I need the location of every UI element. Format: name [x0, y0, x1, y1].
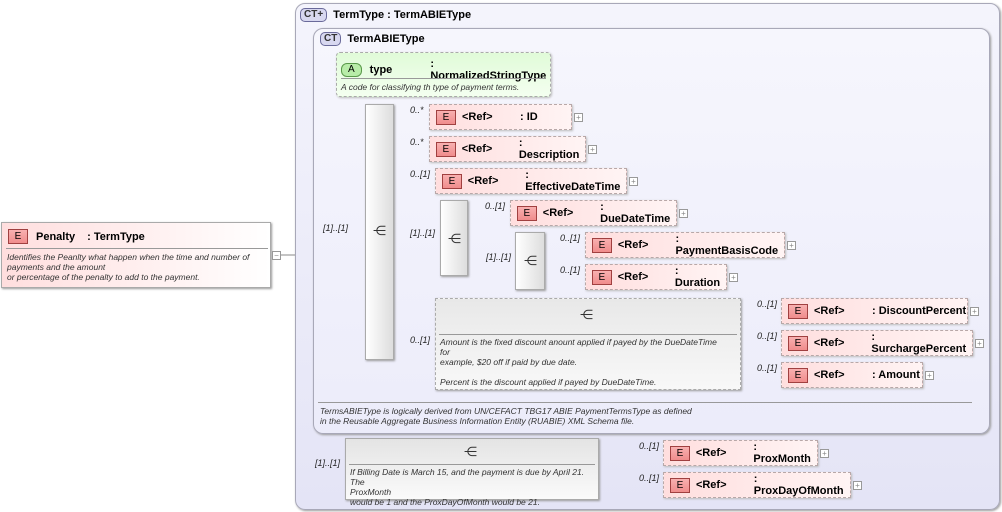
complex-type-title: TermABIEType — [347, 33, 425, 45]
sequence-doc: If Billing Date is March 15, and the pay… — [350, 467, 585, 507]
cardinality: 0..* — [410, 137, 424, 147]
element-ref-label: <Ref> — [813, 337, 845, 349]
element-ref[interactable]: E <Ref> : SurchargePercent — [781, 330, 973, 356]
element-name: Penalty — [36, 230, 76, 243]
element-ref-label: <Ref> — [814, 369, 845, 381]
element-ref[interactable]: E <Ref> : ProxDayOfMonth — [663, 472, 851, 498]
element-name: : ProxDayOfMonth — [753, 473, 844, 497]
complex-type-badge-icon: CT+ — [300, 8, 328, 22]
sequence-icon: ⋲ — [580, 307, 593, 322]
attribute-doc: A code for classifying th type of paymen… — [341, 82, 520, 92]
cardinality: 0..[1] — [757, 363, 778, 373]
expand-icon[interactable]: + — [820, 449, 829, 458]
sequence-2[interactable]: ⋲ — [440, 200, 468, 276]
element-badge-icon: E — [788, 335, 808, 351]
element-ref[interactable]: E <Ref> : Description — [429, 136, 586, 162]
element-ref[interactable]: E <Ref> : ID — [429, 104, 572, 130]
sequence-3[interactable]: ⋲ — [515, 232, 545, 290]
attribute-type[interactable]: A type : NormalizedStringType A code for… — [336, 52, 551, 97]
cardinality: 0..[1] — [410, 335, 431, 345]
element-badge-icon: E — [442, 173, 462, 189]
cardinality: [1]..[1] — [323, 223, 349, 233]
cardinality: [1]..[1] — [486, 252, 512, 262]
sequence-icon: ⋲ — [448, 231, 461, 246]
collapse-icon[interactable]: − — [272, 251, 281, 260]
expand-icon[interactable]: + — [853, 481, 862, 490]
element-name: : Description — [518, 137, 580, 161]
element-ref[interactable]: E <Ref> : DueDateTime — [510, 200, 677, 226]
element-badge-icon: E — [788, 303, 808, 319]
cardinality: [1]..[1] — [410, 228, 436, 238]
element-name: : Duration — [674, 265, 721, 289]
cardinality: 0..[1] — [410, 169, 431, 179]
expand-icon[interactable]: + — [574, 113, 583, 122]
element-ref-label: <Ref> — [695, 447, 727, 459]
element-name: : SurchargePercent — [871, 331, 967, 355]
cardinality: 0..[1] — [757, 299, 778, 309]
element-badge-icon: E — [517, 205, 537, 221]
expand-icon[interactable]: + — [787, 241, 796, 250]
element-ref[interactable]: E <Ref> : ProxMonth — [663, 440, 818, 466]
element-ref-label: <Ref> — [461, 143, 493, 155]
element-ref[interactable]: E <Ref> : EffectiveDateTime — [435, 168, 627, 194]
element-name: : DueDateTime — [600, 201, 671, 225]
sequence-icon: ⋲ — [524, 253, 537, 268]
element-type: : TermType — [87, 230, 145, 243]
element-ref-label: <Ref> — [814, 305, 845, 317]
complex-type-title: TermType : TermABIEType — [333, 9, 472, 21]
sequence-5[interactable]: ⋲ If Billing Date is March 15, and the p… — [345, 438, 599, 507]
attribute-badge-icon: A — [341, 63, 362, 77]
element-badge-icon: E — [670, 445, 690, 461]
cardinality: 0..[1] — [485, 201, 506, 211]
element-ref[interactable]: E <Ref> : PaymentBasisCode — [585, 232, 785, 258]
penalty-element[interactable]: E Penalty : TermType Identifies the Pean… — [1, 222, 271, 288]
element-badge-icon: E — [8, 229, 28, 244]
element-name: : EffectiveDateTime — [525, 169, 621, 193]
attribute-name: type — [369, 64, 393, 76]
expand-icon[interactable]: + — [629, 177, 638, 186]
sequence-1[interactable]: ⋲ — [365, 104, 394, 360]
element-name: : DiscountPercent — [872, 305, 967, 317]
element-ref-label: <Ref> — [462, 111, 493, 123]
element-ref-label: <Ref> — [617, 239, 649, 251]
sequence-doc: Amount is the fixed discount anount appl… — [440, 337, 717, 387]
element-badge-icon: E — [436, 141, 456, 157]
element-doc: Identifies the Peanlty what happen when … — [7, 252, 250, 282]
complex-type-badge-icon: CT — [320, 32, 342, 46]
expand-icon[interactable]: + — [970, 307, 979, 316]
cardinality: [1]..[1] — [315, 458, 341, 468]
complex-type-doc: TermsABIEType is logically derived from … — [320, 406, 692, 426]
element-name: : Amount — [872, 369, 920, 381]
expand-icon[interactable]: + — [975, 339, 984, 348]
cardinality: 0..[1] — [639, 441, 660, 451]
sequence-icon: ⋲ — [464, 444, 477, 459]
element-ref-label: <Ref> — [617, 271, 649, 283]
cardinality: 0..[1] — [757, 331, 778, 341]
sequence-4[interactable]: ⋲ Amount is the fixed discount anount ap… — [435, 298, 741, 390]
element-badge-icon: E — [670, 477, 690, 493]
element-ref-label: <Ref> — [542, 207, 574, 219]
element-badge-icon: E — [788, 367, 808, 383]
expand-icon[interactable]: + — [729, 273, 738, 282]
element-ref[interactable]: E <Ref> : Amount — [781, 362, 923, 388]
element-badge-icon: E — [592, 269, 612, 285]
element-ref-label: <Ref> — [695, 479, 727, 491]
element-ref-label: <Ref> — [467, 175, 499, 187]
cardinality: 0..* — [410, 105, 424, 115]
element-name: : ID — [520, 111, 538, 123]
element-name: : ProxMonth — [753, 441, 811, 465]
sequence-icon: ⋲ — [373, 223, 386, 238]
expand-icon[interactable]: + — [925, 371, 934, 380]
cardinality: 0..[1] — [639, 473, 660, 483]
cardinality: 0..[1] — [560, 233, 581, 243]
element-ref[interactable]: E <Ref> : Duration — [585, 264, 727, 290]
element-ref[interactable]: E <Ref> : DiscountPercent — [781, 298, 968, 324]
element-name: : PaymentBasisCode — [675, 233, 779, 257]
element-badge-icon: E — [436, 109, 456, 125]
expand-icon[interactable]: + — [588, 145, 597, 154]
element-badge-icon: E — [592, 237, 612, 253]
expand-icon[interactable]: + — [679, 209, 688, 218]
cardinality: 0..[1] — [560, 265, 581, 275]
